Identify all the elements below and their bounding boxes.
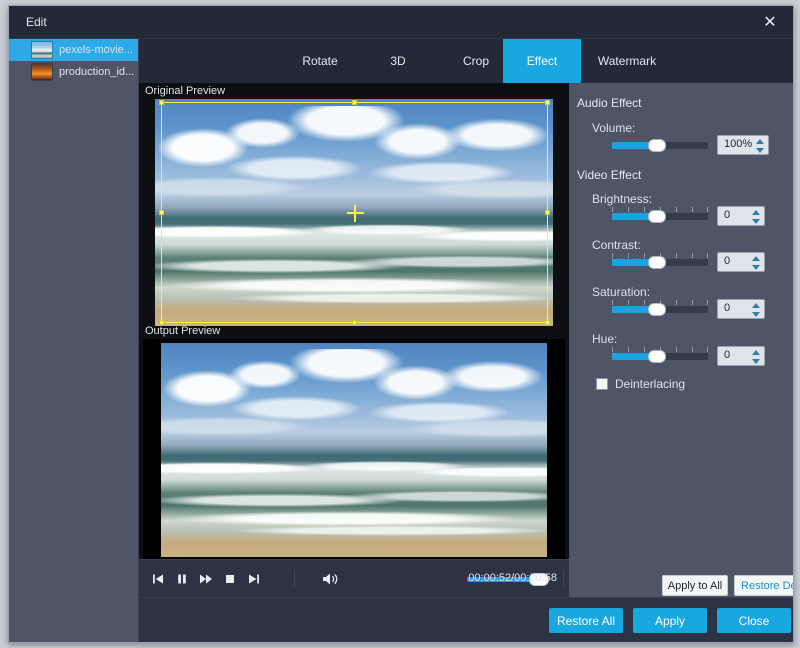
crop-handle[interactable]: [351, 320, 357, 325]
brightness-slider-thumb[interactable]: [647, 210, 666, 223]
transport-bar: 00:00:52/00:00:58: [139, 559, 569, 597]
file-list-sidebar: pexels-movie... production_id...: [9, 39, 139, 642]
brightness-value: 0: [724, 209, 731, 221]
tab-3d[interactable]: 3D: [359, 39, 437, 83]
original-preview-label: Original Preview: [145, 85, 226, 97]
file-name: pexels-movie...: [59, 44, 133, 56]
speaker-icon[interactable]: [321, 570, 341, 588]
crop-handle[interactable]: [545, 209, 550, 215]
saturation-slider[interactable]: [612, 303, 708, 316]
hue-slider-thumb[interactable]: [647, 350, 666, 363]
hue-label: Hue:: [592, 332, 618, 346]
crop-handle[interactable]: [545, 100, 550, 105]
pause-icon[interactable]: [173, 570, 191, 588]
crop-handle[interactable]: [351, 100, 357, 105]
skip-forward-icon[interactable]: [245, 570, 263, 588]
saturation-value: 0: [724, 302, 731, 314]
stepper-arrows[interactable]: [752, 349, 760, 365]
apply-button[interactable]: Apply: [633, 608, 707, 633]
volume-value: 100%: [724, 138, 753, 150]
brightness-slider[interactable]: [612, 210, 708, 223]
hue-stepper[interactable]: 0: [717, 346, 765, 366]
stepper-arrows[interactable]: [752, 255, 760, 271]
contrast-label: Contrast:: [592, 238, 641, 252]
saturation-label: Saturation:: [592, 285, 651, 299]
audio-effect-group-title: Audio Effect: [577, 96, 642, 110]
crosshair-icon: [346, 204, 364, 222]
skip-back-icon[interactable]: [149, 570, 167, 588]
preview-column: Original Preview Output Preview 00:00:52…: [139, 83, 569, 597]
volume-slider-thumb[interactable]: [648, 139, 667, 152]
file-name: production_id...: [59, 66, 135, 78]
tab-bar: Rotate 3D Crop Effect Watermark: [139, 39, 793, 83]
footer-bar: Restore All Apply Close: [139, 597, 793, 642]
volume-label: Volume:: [592, 121, 636, 135]
file-thumbnail: [31, 63, 53, 81]
tab-effect[interactable]: Effect: [503, 39, 581, 83]
list-item[interactable]: pexels-movie...: [9, 39, 138, 61]
stepper-arrows[interactable]: [752, 209, 760, 225]
hue-slider[interactable]: [612, 350, 708, 363]
saturation-stepper[interactable]: 0: [717, 299, 765, 319]
output-preview: [143, 339, 565, 561]
restore-all-button[interactable]: Restore All: [549, 608, 623, 633]
stepper-arrows[interactable]: [756, 138, 764, 154]
apply-to-all-button[interactable]: Apply to All: [662, 575, 728, 596]
close-icon[interactable]: ✕: [759, 12, 781, 34]
video-effect-group-title: Video Effect: [577, 168, 642, 182]
contrast-stepper[interactable]: 0: [717, 252, 765, 272]
crop-handle[interactable]: [159, 209, 164, 215]
contrast-slider-thumb[interactable]: [647, 256, 666, 269]
hue-value: 0: [724, 349, 731, 361]
deinterlacing-checkbox[interactable]: [596, 378, 608, 390]
effect-settings-panel: Audio Effect Volume: 100% Video Effect B…: [570, 83, 793, 597]
deinterlacing-checkbox-row[interactable]: Deinterlacing: [596, 377, 685, 391]
tab-rotate[interactable]: Rotate: [281, 39, 359, 83]
close-button[interactable]: Close: [717, 608, 791, 633]
volume-stepper[interactable]: 100%: [717, 135, 769, 155]
window-title: Edit: [26, 15, 47, 29]
crop-handle[interactable]: [545, 320, 550, 325]
output-preview-label: Output Preview: [145, 325, 221, 337]
content-area: Original Preview Output Preview 00:00:52…: [139, 83, 793, 597]
tab-watermark[interactable]: Watermark: [581, 39, 673, 83]
output-video-frame: [161, 343, 547, 557]
stop-icon[interactable]: [221, 570, 239, 588]
restore-defaults-button[interactable]: Restore Defaults: [734, 575, 793, 596]
original-preview[interactable]: [155, 99, 553, 326]
crop-handle[interactable]: [159, 100, 164, 105]
title-bar: Edit ✕: [9, 6, 793, 39]
edit-dialog: Edit ✕ pexels-movie... production_id... …: [8, 5, 794, 643]
stepper-arrows[interactable]: [752, 302, 760, 318]
crop-overlay-box[interactable]: [159, 100, 550, 325]
divider: [563, 570, 564, 588]
contrast-value: 0: [724, 255, 731, 267]
brightness-label: Brightness:: [592, 192, 653, 206]
fast-forward-icon[interactable]: [197, 570, 215, 588]
playback-time: 00:00:52/00:00:58: [468, 572, 557, 584]
divider: [294, 570, 295, 588]
contrast-slider[interactable]: [612, 256, 708, 269]
volume-slider[interactable]: [612, 139, 708, 152]
file-thumbnail: [31, 41, 53, 59]
saturation-slider-thumb[interactable]: [647, 303, 666, 316]
deinterlacing-label: Deinterlacing: [615, 377, 686, 391]
list-item[interactable]: production_id...: [9, 61, 138, 83]
brightness-stepper[interactable]: 0: [717, 206, 765, 226]
